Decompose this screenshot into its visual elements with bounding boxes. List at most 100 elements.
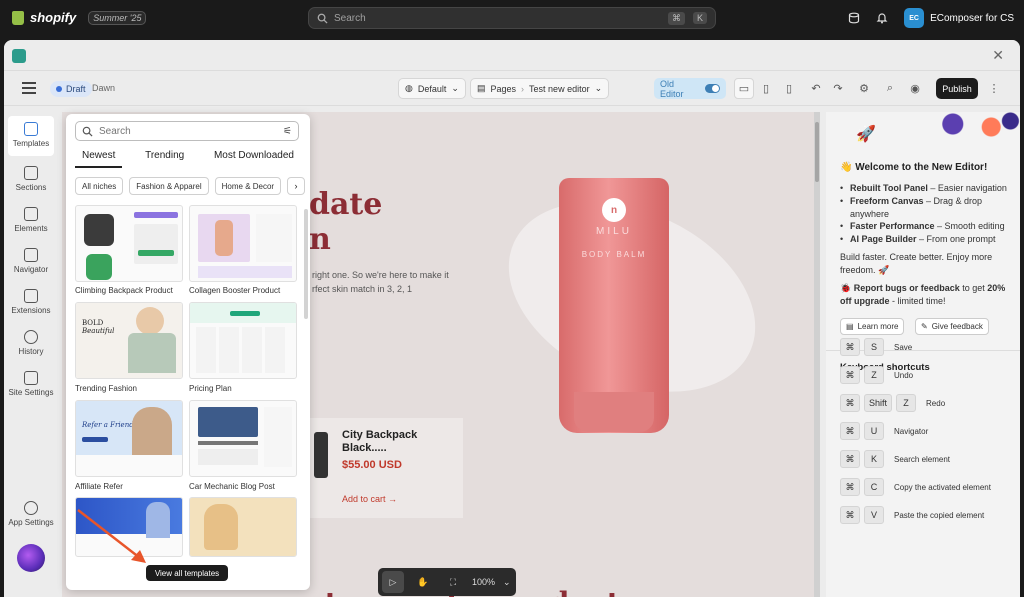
search-icon xyxy=(82,126,93,137)
separator-icon: › xyxy=(521,83,525,94)
old-editor-toggle[interactable]: Old Editor xyxy=(654,78,726,99)
page-select[interactable]: ▤ Pages › Test new editor ⌄ xyxy=(470,78,610,99)
tablet-view-button[interactable]: ▯ xyxy=(756,78,776,99)
template-card[interactable] xyxy=(75,205,183,282)
database-icon[interactable] xyxy=(848,12,860,24)
tab-trending[interactable]: Trending xyxy=(138,150,191,168)
template-card[interactable] xyxy=(189,205,297,282)
shortcut-key: ⌘ xyxy=(840,422,860,440)
shortcut-key: V xyxy=(864,506,884,524)
template-search-input[interactable] xyxy=(99,125,278,137)
sidebar-item-label: History xyxy=(18,347,44,356)
chip-all-niches[interactable]: All niches xyxy=(75,177,124,195)
sidebar-item-app-settings[interactable]: App Settings xyxy=(4,501,58,527)
select-tool-button[interactable]: ▷ xyxy=(382,571,404,593)
settings-button[interactable]: ⚙ xyxy=(854,78,874,99)
close-icon[interactable]: ✕ xyxy=(992,47,1004,64)
shopify-logo[interactable]: shopify Summer '25 xyxy=(12,10,147,25)
redo-button[interactable]: ↷ xyxy=(828,78,848,99)
template-search-field[interactable]: ⚟ xyxy=(75,121,299,141)
more-button[interactable]: ⋮ xyxy=(984,78,1004,99)
shortcut-key: Z xyxy=(896,394,917,412)
template-card[interactable] xyxy=(189,497,297,557)
inspect-button[interactable]: ⌕ xyxy=(880,78,900,99)
sidebar-item-label: Site Settings xyxy=(8,388,54,397)
page-icon: ▤ xyxy=(477,83,486,93)
chip-fashion[interactable]: Fashion & Apparel xyxy=(129,177,209,195)
desktop-view-button[interactable]: ▭ xyxy=(734,78,754,99)
preview-button[interactable]: ◉ xyxy=(905,78,925,99)
sidebar-item-sections[interactable]: Sections xyxy=(4,166,58,192)
sidebar-item-history[interactable]: History xyxy=(4,330,58,356)
shortcut-label: Copy the activated element xyxy=(894,482,991,492)
bell-icon[interactable] xyxy=(876,12,888,24)
canvas-scrollbar[interactable] xyxy=(814,112,820,597)
hero-heading-line1: date xyxy=(309,187,383,222)
add-to-cart-link[interactable]: Add to cart → xyxy=(342,494,397,504)
hero-paragraph-line: rfect skin match in 3, 2, 1 xyxy=(312,284,413,294)
shortcut-label: Search element xyxy=(894,454,951,464)
undo-button[interactable]: ↶ xyxy=(806,78,826,99)
template-card[interactable] xyxy=(189,400,297,477)
shortcut-row: ⌘ V Paste the copied element xyxy=(840,506,984,524)
hero-heading-line2: n xyxy=(309,222,331,257)
sidebar-item-site-settings[interactable]: Site Settings xyxy=(4,371,58,397)
sidebar-item-label: Navigator xyxy=(13,265,49,274)
view-all-templates-button[interactable]: View all templates xyxy=(146,565,228,581)
sidebar-item-label: Elements xyxy=(14,224,48,233)
hero-paragraph: right one. So we're here to make it rfec… xyxy=(312,268,462,296)
sidebar-item-elements[interactable]: Elements xyxy=(4,207,58,233)
sidebar-item-label: Templates xyxy=(12,139,50,148)
ai-assistant-orb[interactable] xyxy=(17,544,45,572)
toggle-switch[interactable] xyxy=(705,84,720,93)
more-vertical-icon: ⋮ xyxy=(988,83,1000,95)
learn-more-button[interactable]: ▤ Learn more xyxy=(840,318,905,335)
give-feedback-button[interactable]: ✎ Give feedback xyxy=(915,318,989,335)
canvas-scrollbar-thumb[interactable] xyxy=(815,122,819,182)
shortcut-key: U xyxy=(864,422,884,440)
bottle-product-name: BODY BALM xyxy=(581,250,647,259)
template-card[interactable] xyxy=(189,302,297,379)
mobile-view-button[interactable]: ▯ xyxy=(779,78,799,99)
chip-home-decor[interactable]: Home & Decor xyxy=(214,177,282,195)
publish-button[interactable]: Publish xyxy=(936,78,978,99)
hand-tool-button[interactable]: ✋ xyxy=(412,571,434,593)
template-card[interactable]: Refer a Friend xyxy=(75,400,183,477)
template-name: Pricing Plan xyxy=(189,384,232,393)
filter-icon[interactable]: ⚟ xyxy=(283,126,292,137)
shopify-search-bar[interactable]: Search ⌘ K xyxy=(308,7,716,29)
device-select[interactable]: ◍ Default ⌄ xyxy=(398,78,466,99)
chevron-right-icon[interactable]: › xyxy=(287,177,305,195)
shortcut-row: ⌘ Shift Z Redo xyxy=(840,394,945,412)
sidebar-item-extensions[interactable]: Extensions xyxy=(4,289,58,315)
fit-tool-button[interactable]: ⛶ xyxy=(442,571,464,593)
chevron-down-icon: ⌄ xyxy=(594,83,603,93)
canvas-zoom-bar: ▷ ✋ ⛶ 100% ⌄ xyxy=(378,568,516,596)
search-icon xyxy=(317,13,328,24)
chevron-down-icon[interactable]: ⌄ xyxy=(503,577,511,588)
sidebar-item-navigator[interactable]: Navigator xyxy=(4,248,58,274)
learn-more-label: Learn more xyxy=(857,322,899,331)
tab-most-downloaded[interactable]: Most Downloaded xyxy=(207,150,301,168)
globe-icon: ◍ xyxy=(405,83,413,93)
tab-newest[interactable]: Newest xyxy=(75,150,123,168)
zoom-level[interactable]: 100% xyxy=(472,577,495,587)
shortcut-key: C xyxy=(864,478,884,496)
kbd-cmd: ⌘ xyxy=(667,11,685,25)
list-item: AI Page Builder – From one prompt xyxy=(840,233,1010,246)
shortcut-key: ⌘ xyxy=(840,478,860,496)
template-name: Trending Fashion xyxy=(75,384,137,393)
theme-name: Dawn xyxy=(92,83,116,93)
mobile-icon: ▯ xyxy=(785,83,793,95)
hamburger-menu-icon[interactable] xyxy=(22,82,36,97)
template-card[interactable]: BOLD Beautiful xyxy=(75,302,183,379)
hand-icon: ✋ xyxy=(417,576,429,587)
list-item: Faster Performance – Smooth editing xyxy=(840,220,1010,233)
shortcut-row: ⌘ C Copy the activated element xyxy=(840,478,991,496)
shortcut-key: S xyxy=(864,338,884,356)
store-account[interactable]: EC EComposer for CS xyxy=(904,8,1014,28)
templates-scrollbar[interactable] xyxy=(304,209,308,319)
book-icon: ▤ xyxy=(846,322,854,331)
template-card[interactable] xyxy=(75,497,183,557)
sidebar-item-templates[interactable]: Templates xyxy=(8,116,54,156)
